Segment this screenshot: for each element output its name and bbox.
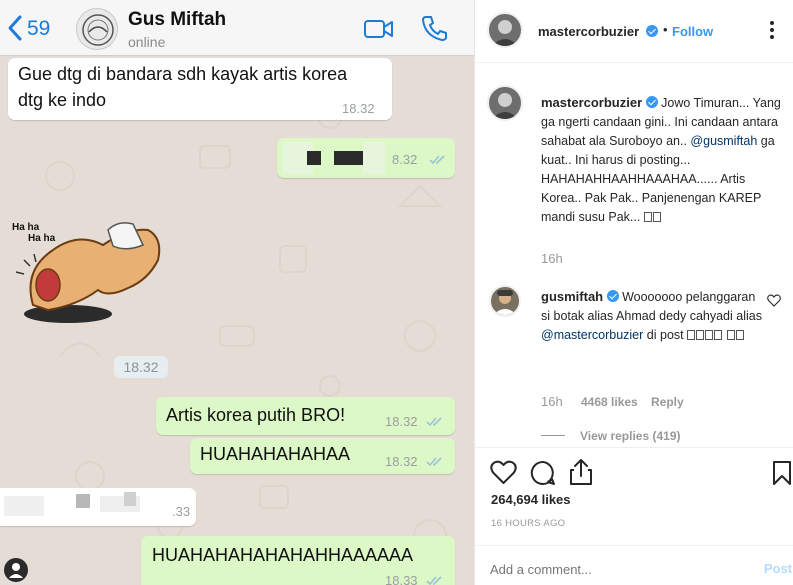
message-text: Artis korea putih BRO! xyxy=(166,405,346,425)
message-text: HUAHAHAHAHAA xyxy=(200,444,351,464)
sticker-text: Ha ha xyxy=(12,222,40,233)
message-text: dtg ke indo xyxy=(18,90,107,110)
message-time: .33 xyxy=(172,504,191,519)
censor-block xyxy=(334,151,364,165)
timestamp-chip: 18.32 xyxy=(114,356,168,378)
emoji-placeholder-icon xyxy=(714,330,723,340)
comment-username[interactable]: gusmiftah xyxy=(541,289,603,304)
caption-mention-link[interactable]: @gusmiftah xyxy=(690,134,757,148)
replies-divider xyxy=(541,435,565,436)
message-text: HUAHAHAHAHAHAHHAAAAAA xyxy=(152,545,414,565)
caption-username[interactable]: mastercorbuzier xyxy=(541,95,642,110)
read-receipt-icon xyxy=(426,457,442,467)
sticker-text: Ha ha xyxy=(28,233,56,244)
emoji-placeholder-icon xyxy=(726,330,735,340)
emoji-placeholder-icon xyxy=(705,330,714,340)
view-replies-button[interactable]: View replies (419) xyxy=(580,429,681,443)
contact-status: online xyxy=(128,34,166,50)
commenter-avatar[interactable] xyxy=(489,285,521,317)
emoji-placeholder-icon xyxy=(643,212,652,222)
profile-badge-icon[interactable] xyxy=(4,558,28,582)
laughing-sticker[interactable]: Ha ha Ha ha xyxy=(8,210,168,325)
share-icon[interactable] xyxy=(569,458,593,486)
read-receipt-icon xyxy=(426,417,442,427)
read-receipt-icon xyxy=(429,155,445,165)
emoji-placeholder-icon xyxy=(696,330,705,340)
comment-time: 16h xyxy=(541,394,563,409)
whatsapp-chat-panel: 59 Gus Miftah online Gue dtg di bandara … xyxy=(0,0,474,585)
back-arrow-icon[interactable] xyxy=(6,14,24,42)
read-receipt-icon xyxy=(426,576,442,585)
save-bookmark-icon[interactable] xyxy=(772,460,792,486)
comment-text: di post xyxy=(643,328,688,342)
caption-time: 16h xyxy=(541,251,563,266)
censor-block xyxy=(124,492,136,506)
author-avatar[interactable] xyxy=(487,12,523,48)
verified-badge-icon xyxy=(645,96,658,108)
message-bubble-outgoing[interactable]: HUAHAHAHAHAA 18.32 xyxy=(190,438,455,474)
follow-button[interactable]: Follow xyxy=(672,24,713,39)
message-text: Gue dtg di bandara sdh kayak artis korea xyxy=(18,64,348,84)
add-comment-bar: Post xyxy=(475,545,793,585)
emoji-placeholder-icon xyxy=(735,330,744,340)
author-username[interactable]: mastercorbuzier xyxy=(538,24,639,39)
message-bubble-outgoing-censored[interactable]: 8.32 xyxy=(277,138,455,178)
message-bubble-outgoing[interactable]: Artis korea putih BRO! 18.32 xyxy=(156,397,455,435)
more-icon[interactable] xyxy=(764,15,780,45)
instagram-post-panel: mastercorbuzier • Follow mastercorbuzier… xyxy=(474,0,793,585)
contact-avatar[interactable] xyxy=(76,8,118,50)
contact-name[interactable]: Gus Miftah xyxy=(128,9,226,31)
censor-block xyxy=(363,142,385,174)
message-time: 18.32 xyxy=(342,101,375,116)
message-time: 18.32 xyxy=(385,414,418,429)
comment-body: gusmiftah Wooooooo pelanggaran si botak … xyxy=(541,287,766,345)
comment-icon[interactable] xyxy=(530,460,556,486)
comment-like-icon[interactable] xyxy=(767,294,781,307)
post-like-count[interactable]: 264,694 likes xyxy=(491,492,571,507)
unread-count[interactable]: 59 xyxy=(27,17,50,41)
add-comment-input[interactable] xyxy=(490,562,740,577)
message-time: 18.32 xyxy=(385,454,418,469)
message-time: 8.32 xyxy=(392,152,418,167)
post-caption: mastercorbuzier Jowo Timuran... Yang ga … xyxy=(541,93,781,227)
video-call-icon[interactable] xyxy=(363,17,395,41)
comment-mention-link[interactable]: @mastercorbuzier xyxy=(541,328,643,342)
verified-badge-icon xyxy=(646,25,658,37)
message-bubble-incoming[interactable]: Gue dtg di bandara sdh kayak artis korea… xyxy=(8,58,392,120)
message-time: 18.33 xyxy=(385,573,418,585)
separator-dot: • xyxy=(663,22,668,37)
avatar-logo-icon xyxy=(82,14,114,46)
emoji-placeholder-icon xyxy=(687,330,696,340)
verified-badge-icon xyxy=(606,290,619,302)
like-icon[interactable] xyxy=(490,460,517,485)
censor-block xyxy=(307,151,321,165)
message-bubble-outgoing[interactable]: HUAHAHAHAHAHAHHAAAAAA 18.33 xyxy=(141,536,455,585)
phone-call-icon[interactable] xyxy=(421,14,447,42)
caption-author-avatar[interactable] xyxy=(487,85,523,121)
post-time-ago: 16 HOURS AGO xyxy=(491,518,566,529)
post-header: mastercorbuzier • Follow xyxy=(475,0,793,63)
chat-header: 59 Gus Miftah online xyxy=(0,0,474,56)
comment-reply-button[interactable]: Reply xyxy=(651,395,684,409)
censor-block xyxy=(76,494,90,508)
emoji-placeholder-icon xyxy=(652,212,661,222)
message-bubble-incoming-censored[interactable]: .33 xyxy=(0,488,196,526)
censor-block xyxy=(4,496,44,516)
comment-likes[interactable]: 4468 likes xyxy=(581,395,638,409)
post-comment-button[interactable]: Post xyxy=(764,561,792,576)
